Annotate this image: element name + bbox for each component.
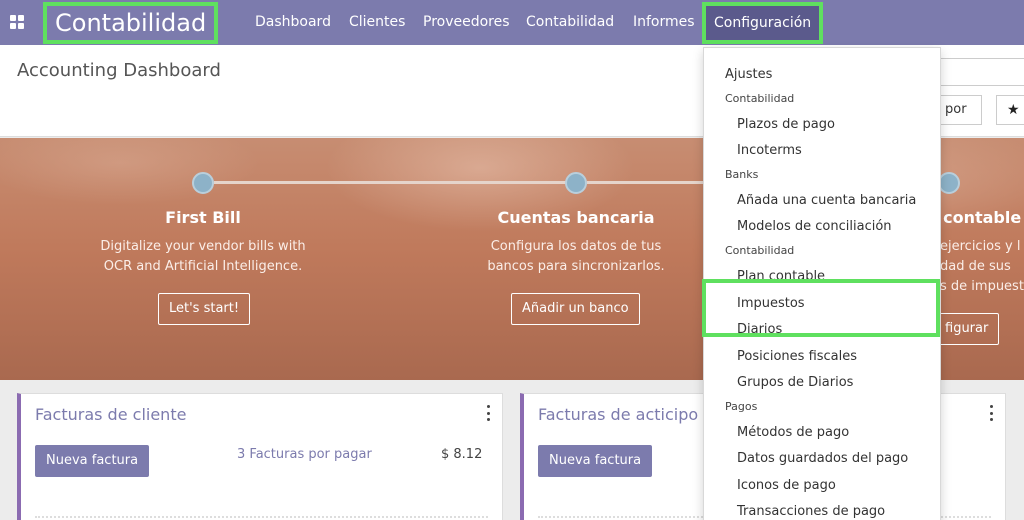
dropdown-menu-item[interactable]: Posiciones fiscales	[704, 349, 940, 364]
search-input[interactable]	[930, 58, 1024, 86]
favorites-button[interactable]: ★	[996, 95, 1024, 125]
nav-clientes[interactable]: Clientes	[349, 0, 405, 45]
step-desc-line: bancos para sincronizarlos.	[487, 259, 665, 274]
kebab-menu-icon[interactable]	[988, 405, 994, 421]
dropdown-section-header: Banks	[725, 168, 759, 181]
dropdown-menu-item[interactable]: Modelos de conciliación	[704, 219, 940, 234]
dropdown-menu-item[interactable]: Incoterms	[704, 143, 940, 158]
card-divider	[35, 516, 488, 518]
dropdown-menu-item[interactable]: Plazos de pago	[704, 117, 940, 132]
step-description: Digitalize your vendor bills with OCR an…	[73, 237, 333, 277]
kebab-menu-icon[interactable]	[485, 405, 491, 421]
dropdown-menu-item[interactable]: Diarios	[704, 322, 940, 337]
dropdown-menu-item[interactable]: Transacciones de pago	[704, 504, 940, 519]
dropdown-menu-item[interactable]: Datos guardados del pago	[704, 451, 940, 466]
step-desc-line: dad de sus	[940, 259, 1011, 274]
step-desc-line: Configura los datos de tus	[490, 239, 662, 254]
step-connector	[214, 181, 566, 184]
lets-start-button[interactable]: Let's start!	[158, 293, 251, 325]
dropdown-section-header: Pagos	[725, 400, 758, 413]
step-dot	[938, 172, 960, 194]
step-description: Configura los datos de tus bancos para s…	[446, 237, 706, 277]
step-dot	[192, 172, 214, 194]
dropdown-section-header: Contabilidad	[725, 244, 795, 257]
configuracion-dropdown: Ajustes Contabilidad Plazos de pago Incoter…	[703, 47, 941, 520]
nav-configuracion[interactable]: Configuración	[702, 2, 824, 44]
amount-value: $ 8.12	[441, 447, 483, 462]
nav-informes[interactable]: Informes	[633, 0, 695, 45]
step-desc-line: s de impuest	[940, 279, 1024, 294]
page-title: Accounting Dashboard	[17, 60, 221, 81]
card-title[interactable]: Facturas de acticipo	[538, 405, 698, 424]
nav-proveedores[interactable]: Proveedores	[423, 0, 510, 45]
step-title: Cuentas bancaria	[497, 208, 655, 227]
card-title[interactable]: Facturas de cliente	[35, 405, 186, 424]
app-brand[interactable]: Contabilidad	[43, 2, 219, 44]
dropdown-menu-item[interactable]: Métodos de pago	[704, 425, 940, 440]
nav-dashboard[interactable]: Dashboard	[255, 0, 331, 45]
step-title: s contable	[928, 208, 1022, 227]
top-navbar: Contabilidad Dashboard Clientes Proveedo…	[0, 0, 1024, 45]
step-connector	[587, 181, 707, 184]
step-desc-line: OCR and Artificial Intelligence.	[103, 259, 303, 274]
group-by-label: por	[945, 102, 967, 117]
dropdown-menu-item[interactable]: Añada una cuenta bancaria	[704, 193, 940, 208]
step-desc-line: ejercicios y l	[940, 239, 1021, 254]
step-dot	[565, 172, 587, 194]
dropdown-menu-item[interactable]: Plan contable	[704, 269, 940, 284]
apps-grid-icon[interactable]	[10, 15, 24, 29]
dropdown-menu-item[interactable]: Iconos de pago	[704, 478, 940, 493]
star-icon: ★	[1007, 102, 1020, 118]
new-invoice-button[interactable]: Nueva factura	[538, 445, 653, 477]
nav-contabilidad[interactable]: Contabilidad	[526, 0, 614, 45]
dropdown-menu-item[interactable]: Ajustes	[704, 67, 940, 82]
dropdown-menu-item[interactable]: Grupos de Diarios	[704, 375, 940, 390]
step-desc-line: Digitalize your vendor bills with	[100, 239, 306, 254]
step-title: First Bill	[165, 208, 241, 227]
dropdown-section-header: Contabilidad	[725, 92, 795, 105]
step-description: ejercicios y l dad de sus s de impuest	[940, 237, 1024, 297]
journal-card: Facturas de cliente Nueva factura 3 Fact…	[17, 393, 503, 520]
new-invoice-button[interactable]: Nueva factura	[35, 445, 150, 477]
invoices-to-pay-link[interactable]: 3 Facturas por pagar	[237, 447, 372, 462]
add-bank-button[interactable]: Añadir un banco	[511, 293, 640, 325]
dropdown-menu-item[interactable]: Impuestos	[704, 296, 940, 311]
app-window: Contabilidad Dashboard Clientes Proveedo…	[0, 0, 1024, 520]
